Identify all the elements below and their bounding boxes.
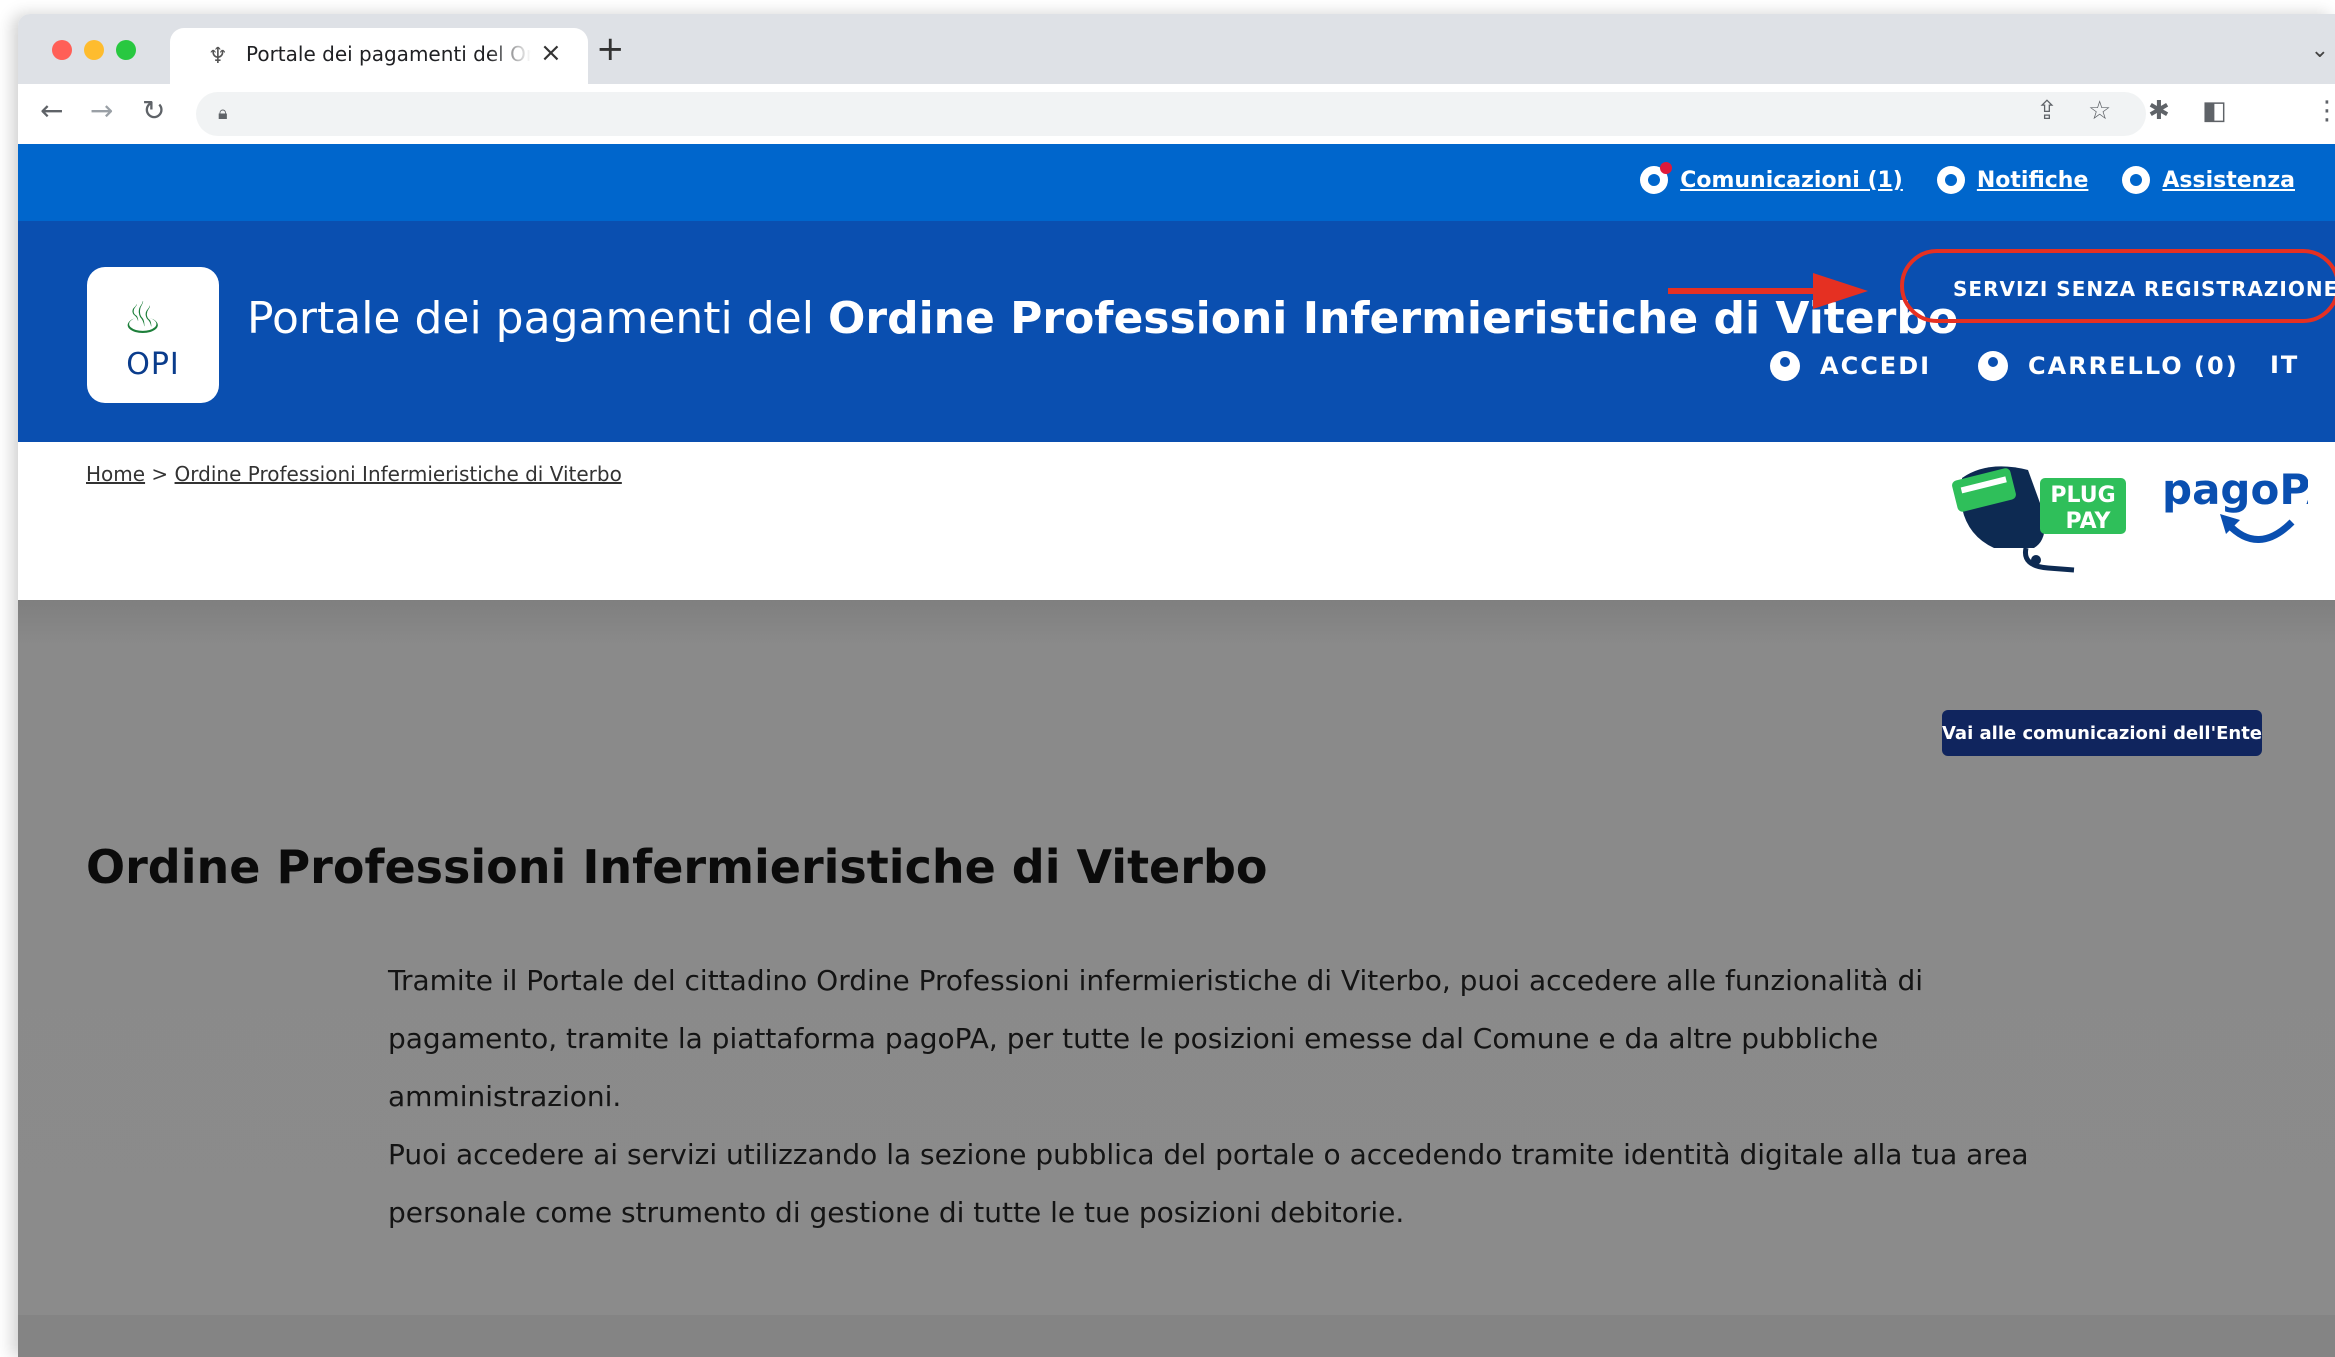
extensions-icon[interactable]: ✱	[2148, 96, 2170, 126]
description-paragraph-1: Tramite il Portale del cittadino Ordine …	[388, 964, 1924, 1113]
browser-window: ♆ Portale dei pagamenti del Ordine Profe…	[18, 14, 2335, 1357]
opi-logo[interactable]: ♨ OPI	[87, 267, 219, 403]
lock-icon[interactable]: 🔒︎	[218, 103, 228, 124]
carrello-button[interactable]: CARRELLO (0)	[1978, 351, 2239, 381]
side-panel-icon[interactable]: ◧	[2202, 96, 2227, 126]
pagopa-wordmark: pagoPA	[2162, 465, 2308, 514]
carrello-label: CARRELLO (0)	[2028, 352, 2239, 380]
plug-and-pay-logo: PLUG PAY	[1952, 466, 2126, 573]
breadcrumb: Home > Ordine Professioni Infermieristic…	[86, 462, 622, 486]
more-menu-icon[interactable]: ⋮	[2314, 96, 2335, 126]
minimize-window-button[interactable]	[84, 40, 104, 60]
comunicazioni-link[interactable]: Comunicazioni (1)	[1640, 162, 1903, 194]
accedi-button[interactable]: ACCEDI	[1770, 351, 1931, 381]
share-icon[interactable]: ⇪	[2036, 96, 2058, 126]
assistenza-link[interactable]: Assistenza	[2122, 166, 2295, 194]
main-footer-band	[18, 1315, 2335, 1357]
accedi-label: ACCEDI	[1820, 352, 1932, 380]
user-icon	[1770, 351, 1800, 381]
red-arrow-annotation-icon	[1668, 273, 1868, 309]
breadcrumb-current-link[interactable]: Ordine Professioni Infermieristiche di V…	[175, 462, 622, 486]
maximize-window-button[interactable]	[116, 40, 136, 60]
help-icon	[2122, 166, 2151, 194]
plugpay-line1: PLUG	[2050, 483, 2115, 508]
back-arrow-icon[interactable]: ←	[40, 94, 63, 127]
description: Tramite il Portale del cittadino Ordine …	[388, 952, 2088, 1242]
language-selector[interactable]: IT	[2270, 351, 2299, 379]
portal-title-prefix: Portale dei pagamenti del	[247, 293, 828, 344]
browser-tab[interactable]: ♆ Portale dei pagamenti del Ordine Profe…	[170, 28, 588, 84]
browser-toolbar: ← → ↻ 🔒︎ ⇪ ☆ ✱ ◧ ⋮	[18, 84, 2335, 145]
forward-arrow-icon[interactable]: →	[90, 94, 113, 127]
tab-strip: ♆ Portale dei pagamenti del Ordine Profe…	[18, 14, 2335, 84]
close-window-button[interactable]	[52, 40, 72, 60]
site-header: ♨ OPI Portale dei pagamenti del Ordine P…	[18, 221, 2335, 442]
breadcrumb-separator: >	[145, 462, 175, 486]
bell-icon	[1936, 166, 1965, 194]
breadcrumb-bar: Home > Ordine Professioni Infermieristic…	[18, 442, 2335, 600]
chevron-down-icon[interactable]: ⌄	[2311, 38, 2329, 63]
cart-icon	[1978, 351, 2008, 381]
tab-close-icon[interactable]: ×	[540, 38, 562, 68]
comunicazioni-ente-button[interactable]: Vai alle comunicazioni dell'Ente	[1942, 710, 2262, 756]
main-content: Vai alle comunicazioni dell'Ente Ordine …	[18, 600, 2335, 1357]
reload-icon[interactable]: ↻	[142, 94, 165, 127]
breadcrumb-home-link[interactable]: Home	[86, 462, 145, 486]
servizi-senza-registrazione-link[interactable]: SERVIZI SENZA REGISTRAZIONE	[1953, 277, 2335, 301]
address-bar[interactable]: 🔒︎	[196, 92, 2146, 136]
assistenza-label: Assistenza	[2162, 167, 2295, 193]
description-paragraph-2: Puoi accedere ai servizi utilizzando la …	[388, 1138, 2029, 1229]
favicon-icon: ♆	[208, 44, 228, 69]
notifiche-link[interactable]: Notifiche	[1936, 166, 2089, 194]
page-title: Ordine Professioni Infermieristiche di V…	[86, 840, 1268, 894]
utility-bar: Comunicazioni (1) Notifiche Assistenza	[18, 144, 2335, 221]
star-icon[interactable]: ☆	[2088, 96, 2111, 126]
tab-title: Portale dei pagamenti del Ordine Profess…	[246, 42, 531, 66]
notifiche-label: Notifiche	[1976, 167, 2089, 193]
flame-icon: ♨	[123, 293, 163, 344]
plugpay-line2: PAY	[2066, 509, 2112, 534]
logo-text: OPI	[126, 347, 180, 382]
comunicazioni-label: Comunicazioni (1)	[1680, 167, 1903, 193]
language-label: IT	[2270, 351, 2300, 379]
new-tab-button[interactable]: +	[596, 32, 625, 66]
notification-dot	[1660, 162, 1673, 174]
utility-links: Comunicazioni (1) Notifiche Assistenza	[1640, 162, 2295, 194]
message-icon	[1640, 162, 1673, 194]
pagopa-logo: pagoPA	[2162, 465, 2308, 543]
